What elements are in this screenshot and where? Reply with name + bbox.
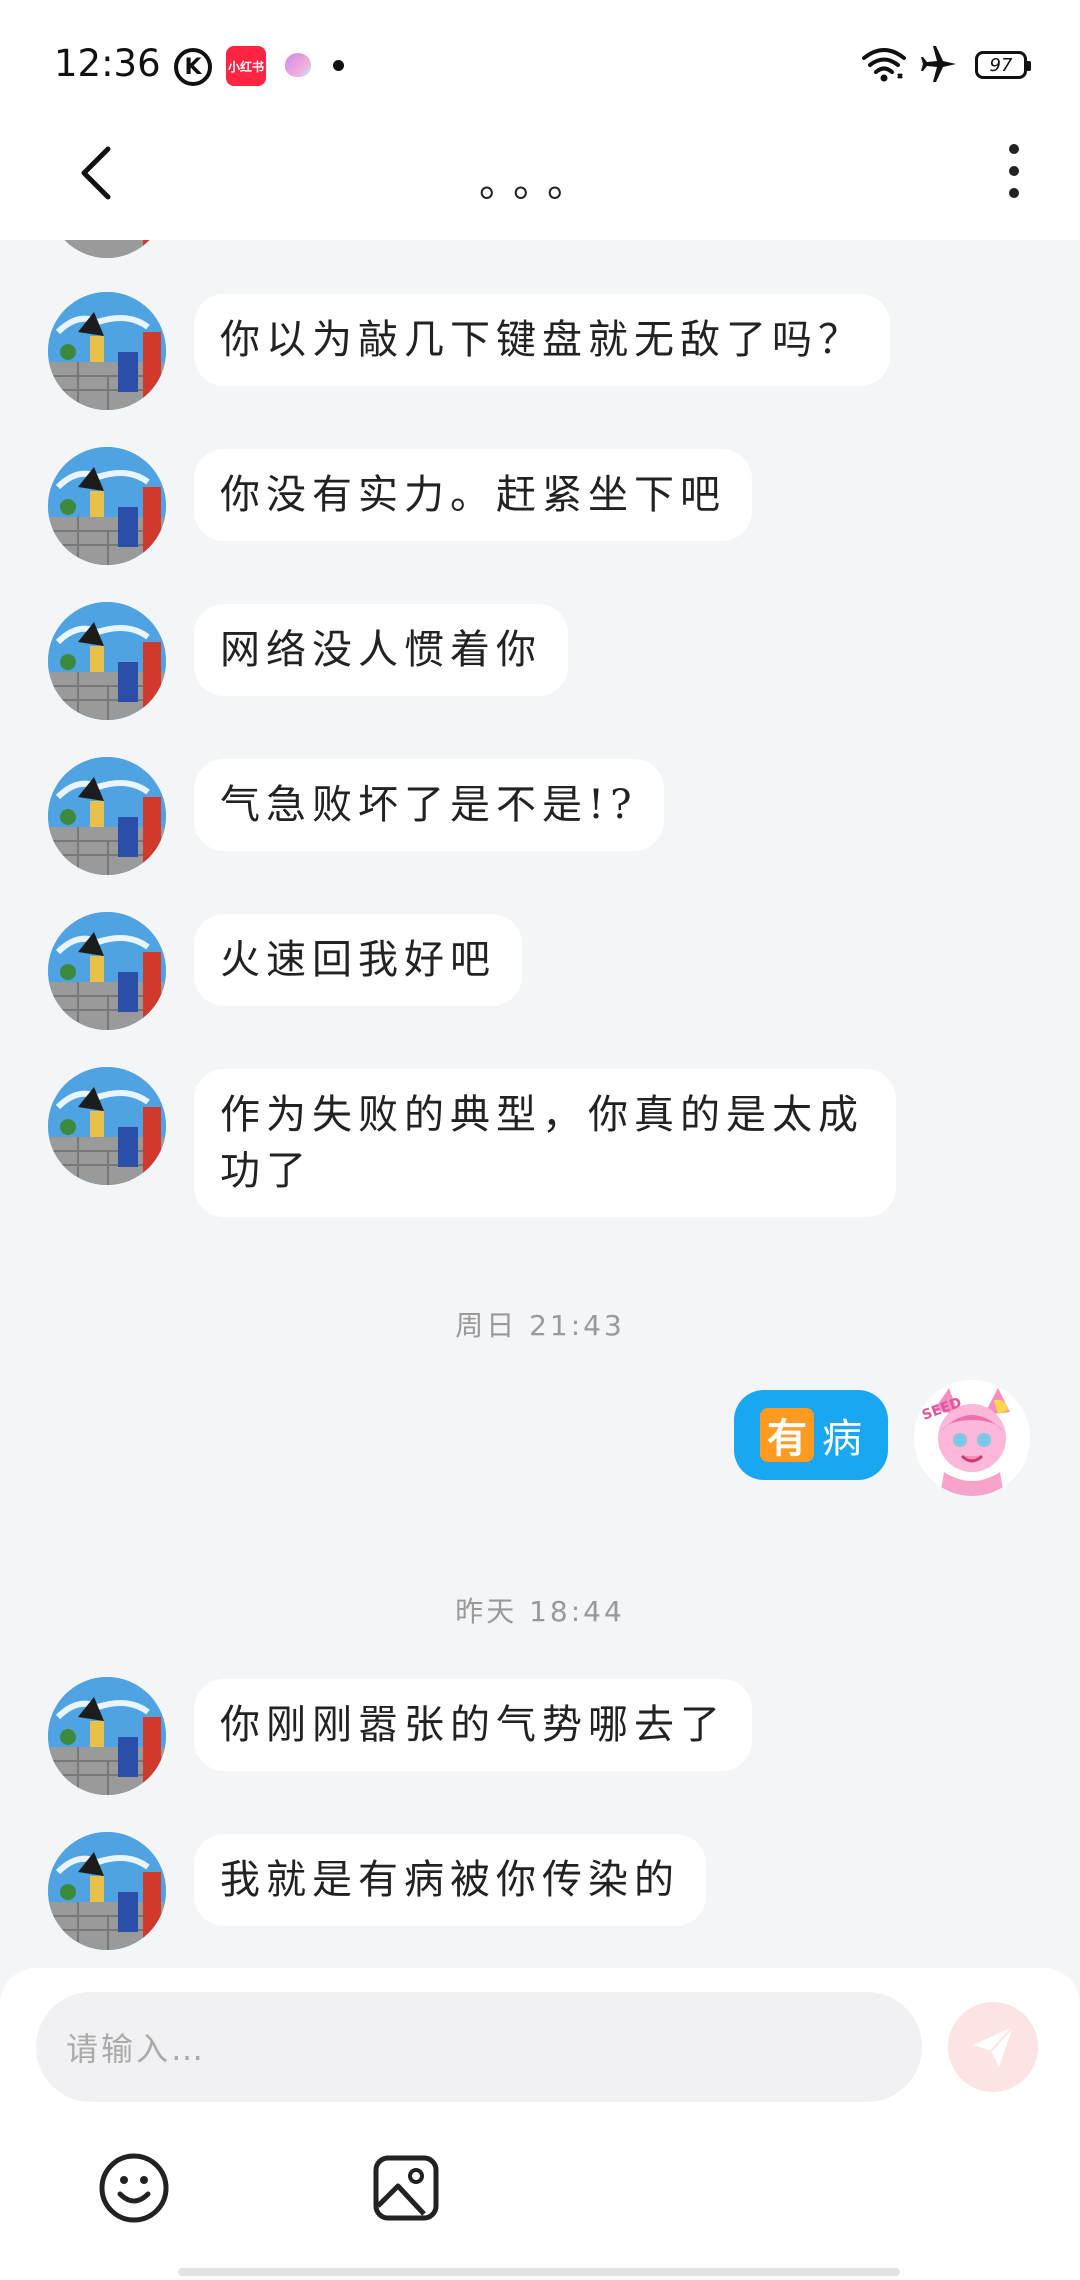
time-divider: 周日 21:43: [455, 1309, 625, 1342]
self-message-bubble[interactable]: 有 病: [734, 1390, 888, 1480]
xiaohongshu-icon: 小红书: [226, 46, 266, 86]
app-icon: [285, 53, 311, 77]
message-bubble[interactable]: 我就是有病被你传染的: [194, 1834, 706, 1926]
send-icon: [973, 2026, 1014, 2067]
contact-avatar[interactable]: [48, 292, 166, 410]
message-bubble[interactable]: 作为失败的典型，你真的是太成功了: [194, 1069, 896, 1217]
you-emoji-icon: 有: [760, 1408, 814, 1462]
message-bubble[interactable]: 你没有实力。赶紧坐下吧: [194, 449, 752, 541]
contact-avatar[interactable]: [48, 1832, 166, 1950]
message-list[interactable]: 你以为敲几下键盘就无敌了吗？ 你没有实力。赶紧坐下吧 网络没人惯着你 气急败坏了…: [0, 240, 1080, 1970]
notification-dot-icon: [333, 60, 344, 71]
battery-icon: 97: [975, 51, 1031, 79]
contact-avatar[interactable]: [48, 240, 166, 258]
contact-avatar[interactable]: [48, 1677, 166, 1795]
message-bubble[interactable]: 气急败坏了是不是!?: [194, 759, 664, 851]
message-bubble[interactable]: 网络没人惯着你: [194, 604, 568, 696]
contact-avatar[interactable]: [48, 602, 166, 720]
chat-title: 。。。: [479, 160, 601, 206]
status-time: 12:36: [54, 42, 161, 85]
message-bubble[interactable]: 你刚刚嚣张的气势哪去了: [194, 1679, 752, 1771]
status-bar: 12:36 K 小红书 97: [0, 0, 1080, 120]
emoji-button[interactable]: [96, 2150, 172, 2226]
contact-avatar[interactable]: [48, 1067, 166, 1185]
smiley-icon: [99, 2153, 169, 2223]
airplane-mode-icon: [921, 46, 956, 82]
contact-avatar[interactable]: [48, 447, 166, 565]
more-vertical-icon: [1009, 144, 1019, 154]
contact-avatar[interactable]: [48, 757, 166, 875]
chat-header: 。。。: [0, 120, 1080, 240]
self-message-text: 病: [822, 1416, 862, 1462]
input-area: 请输入…: [0, 1968, 1080, 2280]
send-button[interactable]: [948, 2002, 1038, 2092]
message-bubble[interactable]: 火速回我好吧: [194, 914, 522, 1006]
message-input[interactable]: 请输入…: [36, 1992, 922, 2102]
self-avatar[interactable]: SEED: [914, 1380, 1030, 1496]
more-options-button[interactable]: [996, 136, 1032, 206]
image-icon: [373, 2155, 439, 2221]
image-button[interactable]: [368, 2150, 444, 2226]
message-bubble[interactable]: 你以为敲几下键盘就无敌了吗？: [194, 294, 890, 386]
k-circle-icon: K: [174, 48, 212, 86]
home-indicator: [178, 2268, 900, 2276]
time-divider: 昨天 18:44: [455, 1595, 625, 1628]
contact-avatar[interactable]: [48, 912, 166, 1030]
wifi-icon: [862, 48, 906, 82]
